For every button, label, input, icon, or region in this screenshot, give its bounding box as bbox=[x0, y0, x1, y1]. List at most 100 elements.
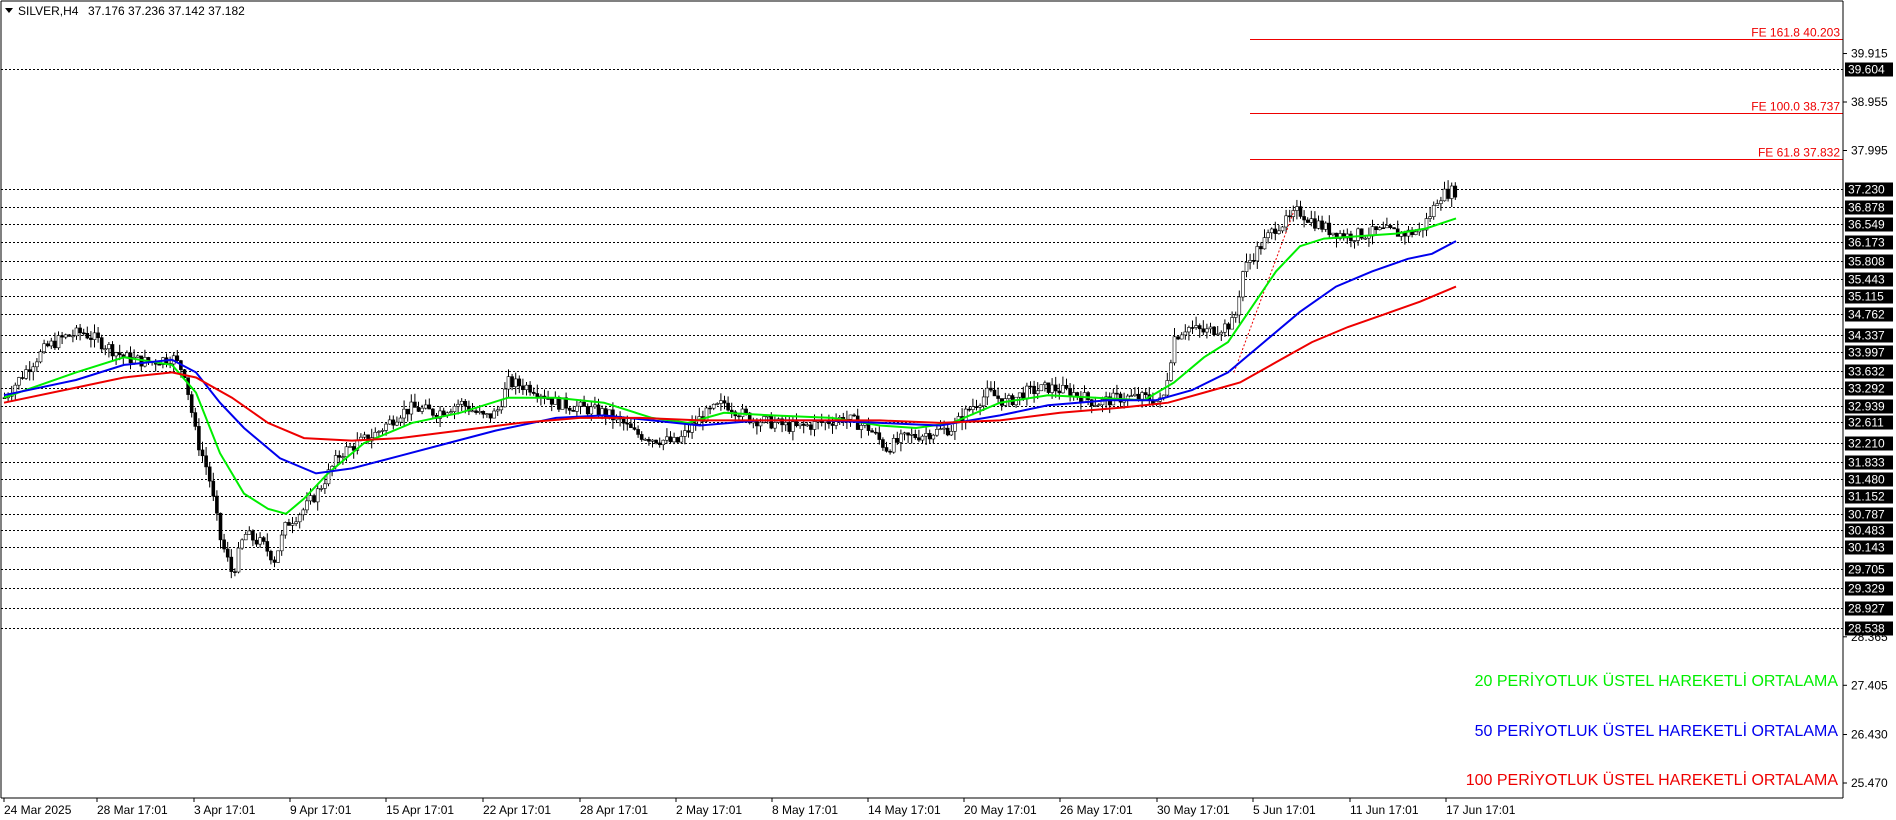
candle-body bbox=[305, 500, 309, 511]
candle-body bbox=[809, 424, 813, 430]
candle-body bbox=[981, 396, 986, 407]
candle-body bbox=[27, 369, 32, 373]
candle-body bbox=[200, 449, 205, 457]
candle-body bbox=[920, 435, 925, 441]
candle-body bbox=[495, 409, 500, 412]
candle-body bbox=[719, 400, 723, 404]
candle-body bbox=[632, 427, 637, 430]
candle-body bbox=[463, 401, 468, 407]
candle-body bbox=[103, 348, 108, 351]
candle-body bbox=[1385, 225, 1389, 229]
candle-body bbox=[1086, 392, 1090, 400]
candle-body bbox=[593, 404, 597, 408]
price-chart[interactable]: FE 161.8 40.203 FE 100.0 38.737 FE 61.8 37… bbox=[0, 0, 1896, 820]
candle-body bbox=[1302, 216, 1306, 221]
candle-body bbox=[1197, 325, 1202, 330]
level-price-label: 36.878 bbox=[1848, 201, 1885, 215]
candle-body bbox=[49, 340, 54, 347]
candle-body bbox=[524, 384, 529, 391]
candle-body bbox=[99, 337, 104, 350]
candle-body bbox=[744, 408, 748, 414]
candle-body bbox=[510, 376, 514, 388]
time-tick-label: 30 May 17:01 bbox=[1157, 803, 1230, 817]
candle-body bbox=[996, 395, 1000, 399]
candle-body bbox=[193, 412, 198, 427]
candle-body bbox=[1277, 230, 1281, 234]
candle-body bbox=[1053, 384, 1058, 392]
time-tick-label: 11 Jun 17:01 bbox=[1350, 803, 1419, 817]
candle-body bbox=[639, 434, 644, 440]
candle-body bbox=[1439, 200, 1443, 204]
candle-body bbox=[265, 541, 270, 552]
candle-body bbox=[791, 421, 795, 432]
price-tick-label: 37.995 bbox=[1851, 143, 1888, 157]
time-tick-label: 5 Jun 17:01 bbox=[1253, 803, 1316, 817]
candle-body bbox=[1028, 385, 1033, 388]
candle-body bbox=[1273, 228, 1278, 234]
candle-body bbox=[1309, 218, 1314, 223]
candle-body bbox=[675, 437, 680, 443]
candle-body bbox=[301, 509, 306, 516]
candle-body bbox=[974, 406, 979, 409]
candle-body bbox=[337, 455, 342, 458]
candle-body bbox=[92, 332, 97, 340]
level-price-label: 30.483 bbox=[1848, 524, 1885, 538]
candle-body bbox=[1323, 222, 1328, 230]
candle-body bbox=[773, 422, 777, 429]
level-price-label: 39.604 bbox=[1848, 63, 1885, 77]
candle-body bbox=[175, 355, 180, 361]
level-price-label: 33.632 bbox=[1848, 365, 1885, 379]
candle-body bbox=[535, 393, 540, 398]
candle-body bbox=[945, 427, 950, 436]
level-price-label: 32.939 bbox=[1848, 400, 1885, 414]
level-price-label: 37.230 bbox=[1848, 183, 1885, 197]
candle-body bbox=[557, 397, 561, 410]
candle-body bbox=[1413, 231, 1418, 235]
level-price-label: 31.833 bbox=[1848, 456, 1885, 470]
candle-body bbox=[1097, 404, 1101, 407]
candle-body bbox=[1388, 225, 1393, 228]
time-tick-label: 17 Jun 17:01 bbox=[1446, 803, 1516, 817]
candle-body bbox=[1363, 237, 1368, 240]
candle-body bbox=[409, 401, 414, 415]
candle-body bbox=[1226, 323, 1231, 330]
candle-body bbox=[902, 432, 907, 435]
candle-body bbox=[549, 398, 554, 405]
candle-body bbox=[848, 414, 853, 420]
candle-body bbox=[60, 335, 64, 338]
candle-body bbox=[427, 404, 432, 410]
candle-body bbox=[323, 483, 327, 489]
candle-body bbox=[578, 401, 583, 407]
candle-body bbox=[1064, 385, 1069, 389]
candle-body bbox=[42, 343, 46, 353]
candle-body bbox=[420, 407, 424, 412]
candle-body bbox=[1179, 334, 1184, 340]
candle-body bbox=[1305, 219, 1310, 223]
level-price-label: 32.611 bbox=[1848, 416, 1884, 430]
candle-body bbox=[1212, 326, 1216, 335]
candle-body bbox=[661, 439, 666, 446]
candle-body bbox=[657, 442, 662, 446]
candle-body bbox=[1248, 260, 1252, 263]
candle-body bbox=[1435, 203, 1440, 206]
candle-body bbox=[1172, 336, 1177, 364]
candle-body bbox=[1046, 382, 1051, 393]
candle-body bbox=[1392, 227, 1396, 230]
candle-body bbox=[110, 344, 115, 357]
time-tick-label: 28 Mar 17:01 bbox=[97, 803, 168, 817]
candle-body bbox=[258, 537, 262, 545]
candle-body bbox=[499, 406, 504, 411]
candle-body bbox=[1446, 188, 1450, 199]
candle-body bbox=[290, 523, 295, 526]
candle-body bbox=[909, 434, 914, 436]
candle-body bbox=[225, 548, 230, 558]
candle-body bbox=[456, 403, 460, 407]
level-price-label: 31.152 bbox=[1848, 490, 1885, 504]
candle-body bbox=[589, 406, 594, 415]
candle-body bbox=[474, 410, 478, 413]
candle-body bbox=[1237, 296, 1242, 316]
candle-body bbox=[949, 430, 954, 436]
candle-body bbox=[441, 410, 446, 416]
candle-body bbox=[1352, 240, 1357, 242]
candle-body bbox=[215, 495, 219, 514]
